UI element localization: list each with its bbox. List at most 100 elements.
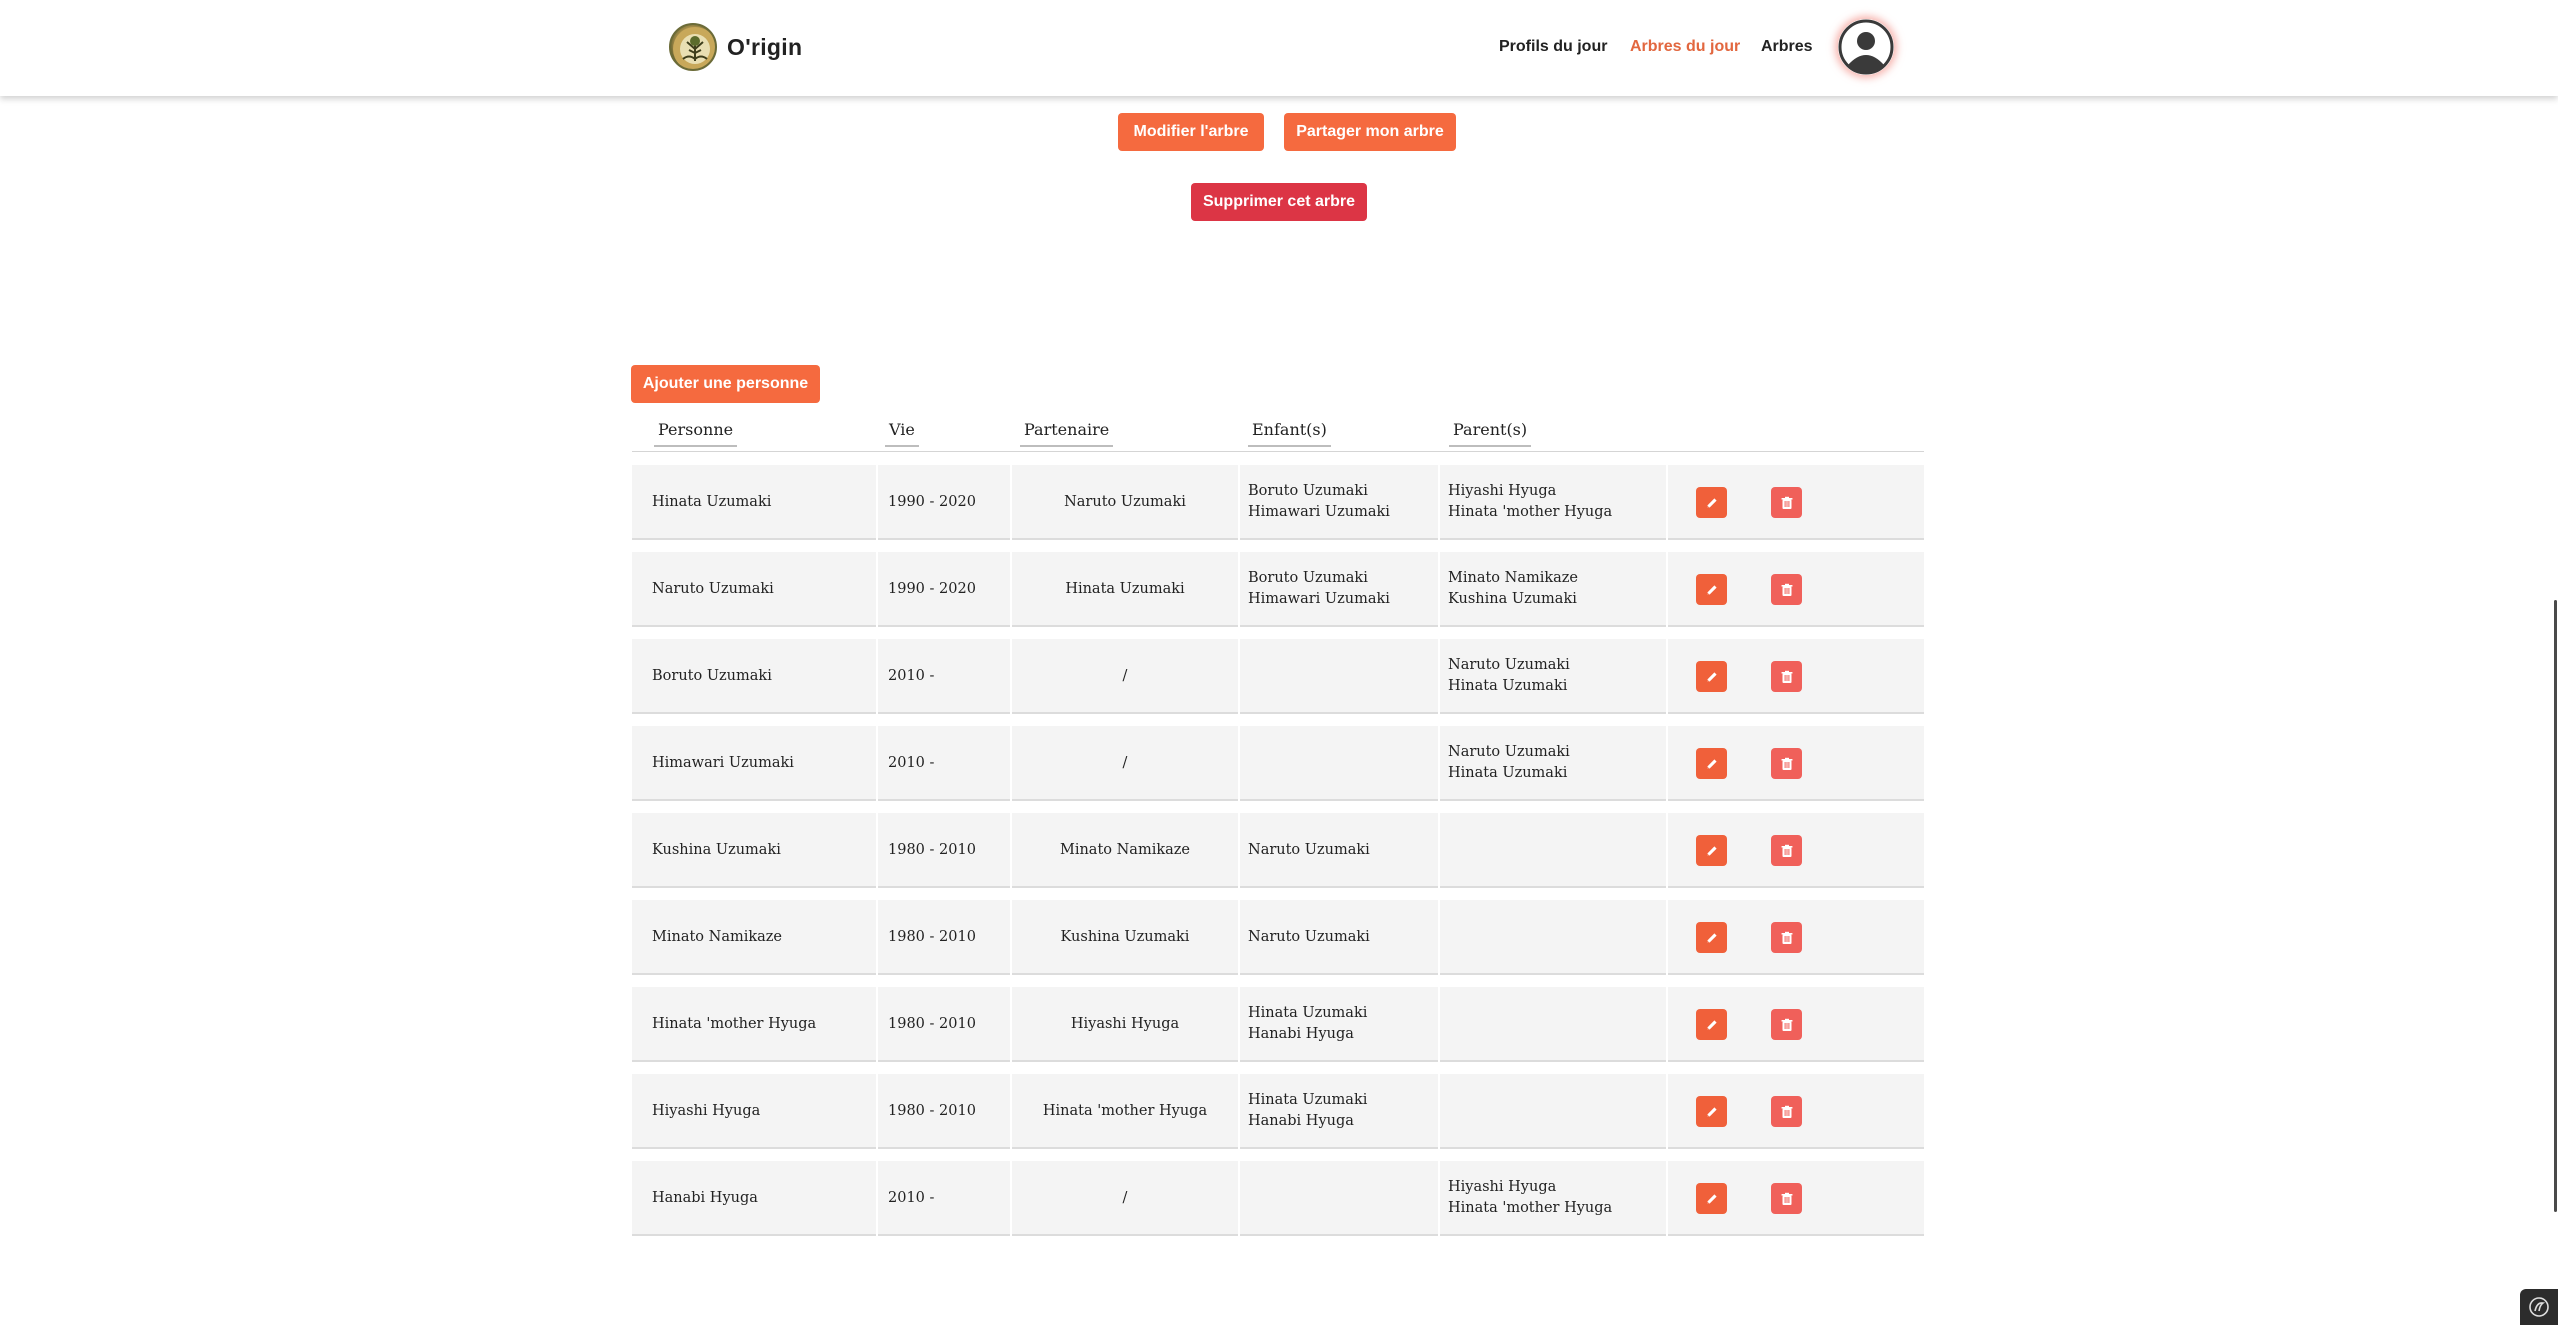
child-name: Hinata Uzumaki [1248, 1092, 1368, 1108]
nav-arbres[interactable]: Arbres [1761, 38, 1813, 56]
row-actions [1668, 987, 1924, 1062]
parent-name: Hiyashi Hyuga [1448, 483, 1557, 499]
parent-name: Hinata 'mother Hyuga [1448, 504, 1613, 520]
cell-children: Hinata Uzumaki Hanabi Hyuga [1240, 987, 1438, 1062]
delete-tree-button[interactable]: Supprimer cet arbre [1191, 183, 1367, 221]
cell-life: 1980 - 2010 [878, 1074, 1010, 1149]
person-text: Himawari Uzumaki [652, 754, 794, 771]
edit-person-button[interactable] [1696, 487, 1727, 518]
pencil-icon [1705, 931, 1719, 945]
brand-link[interactable]: O'rigin [669, 22, 802, 72]
edit-person-button[interactable] [1696, 835, 1727, 866]
partner-text: Minato Namikaze [1059, 841, 1190, 858]
child-name: Himawari Uzumaki [1248, 591, 1390, 607]
trash-icon [1780, 757, 1794, 771]
cell-person: Hinata Uzumaki [632, 465, 876, 540]
cell-life: 1990 - 2020 [878, 552, 1010, 627]
debug-toolbar-icon[interactable] [2520, 1289, 2558, 1325]
cell-person: Himawari Uzumaki [632, 726, 876, 801]
edit-person-button[interactable] [1696, 1183, 1727, 1214]
child-name: Himawari Uzumaki [1248, 504, 1390, 520]
table-row: Hinata 'mother Hyuga 1980 - 2010 Hiyashi H… [632, 987, 1924, 1062]
column-header-personne[interactable]: Personne [654, 420, 738, 447]
edit-person-button[interactable] [1696, 574, 1727, 605]
edit-person-button[interactable] [1696, 922, 1727, 953]
cell-partner: Minato Namikaze [1012, 813, 1238, 888]
share-tree-button[interactable]: Partager mon arbre [1284, 113, 1456, 151]
cell-life: 2010 - [878, 726, 1010, 801]
cell-children: Hinata Uzumaki Hanabi Hyuga [1240, 1074, 1438, 1149]
life-text: 1990 - 2020 [888, 493, 976, 510]
life-text: 1990 - 2020 [888, 580, 976, 597]
table-row: Hinata Uzumaki 1990 - 2020 Naruto Uzumaki B… [632, 465, 1924, 540]
life-text: 1980 - 2010 [888, 928, 976, 945]
delete-person-button[interactable] [1771, 748, 1802, 779]
edit-person-button[interactable] [1696, 748, 1727, 779]
cell-children: Boruto Uzumaki Himawari Uzumaki [1240, 465, 1438, 540]
cell-partner: / [1012, 726, 1238, 801]
cell-partner: Naruto Uzumaki [1012, 465, 1238, 540]
edit-tree-button[interactable]: Modifier l'arbre [1118, 113, 1264, 151]
delete-person-button[interactable] [1771, 835, 1802, 866]
cell-life: 1980 - 2010 [878, 987, 1010, 1062]
scrollbar-thumb[interactable] [2554, 600, 2557, 1212]
column-header-vie[interactable]: Vie [885, 420, 919, 447]
edit-person-button[interactable] [1696, 1009, 1727, 1040]
delete-person-button[interactable] [1771, 922, 1802, 953]
pencil-icon [1705, 583, 1719, 597]
life-text: 2010 - [888, 667, 935, 684]
cell-parents: Naruto Uzumaki Hinata Uzumaki [1440, 726, 1666, 801]
nav-arbres-du-jour[interactable]: Arbres du jour [1630, 38, 1740, 56]
delete-person-button[interactable] [1771, 574, 1802, 605]
delete-person-button[interactable] [1771, 661, 1802, 692]
cell-parents: Naruto Uzumaki Hinata Uzumaki [1440, 639, 1666, 714]
add-person-button[interactable]: Ajouter une personne [631, 365, 820, 403]
person-text: Naruto Uzumaki [652, 580, 774, 597]
trash-icon [1780, 670, 1794, 684]
partner-text: Kushina Uzumaki [1060, 928, 1190, 945]
row-actions [1668, 639, 1924, 714]
delete-person-button[interactable] [1771, 1183, 1802, 1214]
column-header-parents[interactable]: Parent(s) [1449, 420, 1532, 447]
parent-name: Kushina Uzumaki [1448, 591, 1577, 607]
cell-person: Hinata 'mother Hyuga [632, 987, 876, 1062]
edit-person-button[interactable] [1696, 661, 1727, 692]
cell-person: Boruto Uzumaki [632, 639, 876, 714]
row-actions [1668, 1161, 1924, 1236]
child-name: Naruto Uzumaki [1248, 928, 1370, 945]
cell-children: Boruto Uzumaki Himawari Uzumaki [1240, 552, 1438, 627]
child-name: Boruto Uzumaki [1248, 570, 1368, 586]
user-avatar-icon[interactable] [1838, 19, 1894, 75]
child-name: Naruto Uzumaki [1248, 841, 1370, 858]
column-header-partenaire[interactable]: Partenaire [1020, 420, 1114, 447]
table-row: Kushina Uzumaki 1980 - 2010 Minato Namikaz… [632, 813, 1924, 888]
pencil-icon [1705, 1192, 1719, 1206]
pencil-icon [1705, 496, 1719, 510]
person-text: Hanabi Hyuga [652, 1189, 758, 1206]
cell-person: Hiyashi Hyuga [632, 1074, 876, 1149]
cell-life: 1990 - 2020 [878, 465, 1010, 540]
partner-text: / [1122, 754, 1128, 771]
cell-person: Hanabi Hyuga [632, 1161, 876, 1236]
cell-parents: Minato Namikaze Kushina Uzumaki [1440, 552, 1666, 627]
trash-icon [1780, 583, 1794, 597]
trash-icon [1780, 496, 1794, 510]
table-row: Hiyashi Hyuga 1980 - 2010 Hinata 'mother H… [632, 1074, 1924, 1149]
cell-parents [1440, 1074, 1666, 1149]
cell-parents [1440, 900, 1666, 975]
delete-person-button[interactable] [1771, 1009, 1802, 1040]
partner-text: Hinata Uzumaki [1065, 580, 1185, 597]
delete-person-button[interactable] [1771, 487, 1802, 518]
cell-partner: / [1012, 639, 1238, 714]
table-row: Minato Namikaze 1980 - 2010 Kushina Uzumak… [632, 900, 1924, 975]
cell-partner: Kushina Uzumaki [1012, 900, 1238, 975]
parent-name: Naruto Uzumaki [1448, 657, 1570, 673]
delete-person-button[interactable] [1771, 1096, 1802, 1127]
nav-profils-du-jour[interactable]: Profils du jour [1499, 38, 1607, 56]
life-text: 2010 - [888, 754, 935, 771]
row-actions [1668, 726, 1924, 801]
edit-person-button[interactable] [1696, 1096, 1727, 1127]
cell-person: Kushina Uzumaki [632, 813, 876, 888]
column-header-enfants[interactable]: Enfant(s) [1248, 420, 1331, 447]
navbar: O'rigin Profils du jour Arbres du jour A… [0, 0, 2558, 96]
